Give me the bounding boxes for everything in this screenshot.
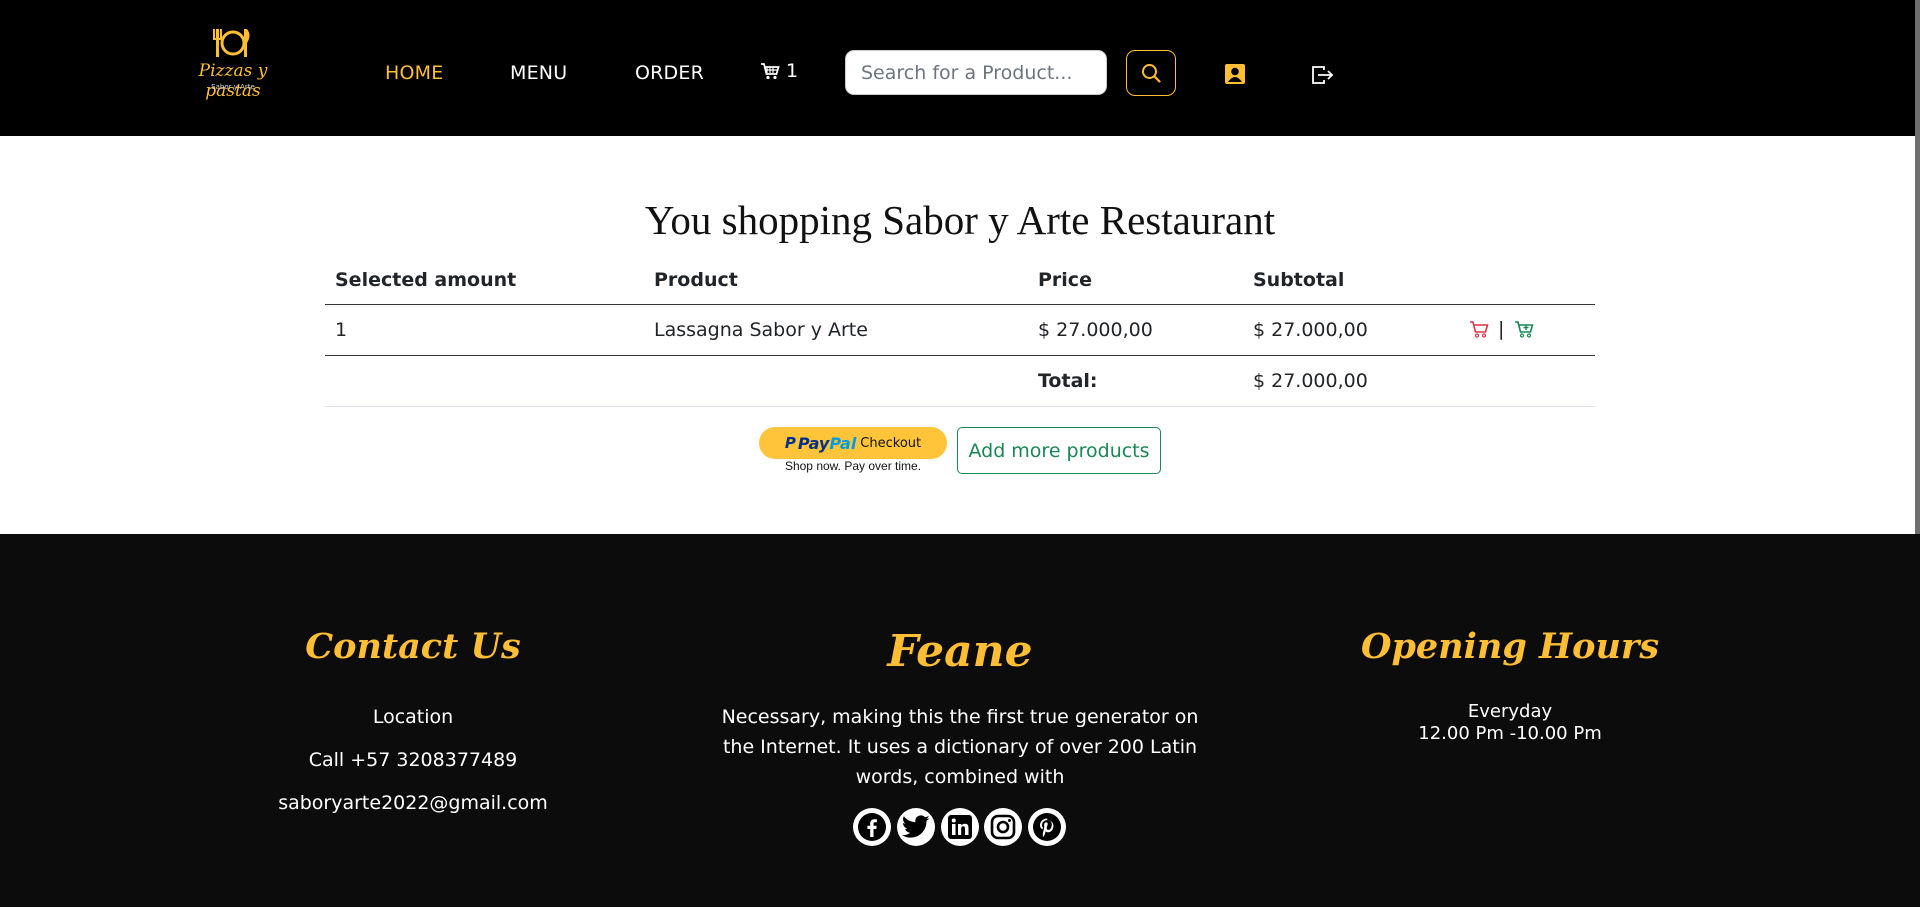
cell-subtotal: $ 27.000,00 — [1243, 304, 1459, 356]
linkedin-link[interactable] — [941, 808, 979, 846]
nav-order[interactable]: ORDER — [635, 62, 704, 84]
pinterest-icon — [1033, 813, 1061, 841]
paypal-label: Checkout — [860, 435, 922, 451]
paypal-checkout-button[interactable]: P PayPal Checkout — [759, 427, 947, 459]
search-button[interactable] — [1126, 50, 1176, 96]
cell-price: $ 27.000,00 — [1028, 304, 1243, 356]
logo-subtext: Sabor y Arte — [211, 83, 255, 91]
cart-icon — [761, 63, 780, 80]
logo-text: Pizzas y pastas — [198, 61, 268, 101]
logout-icon — [1312, 66, 1334, 84]
cart-count: 1 — [786, 60, 799, 82]
contact-location[interactable]: Location — [233, 706, 593, 728]
remove-from-cart-button[interactable] — [1469, 320, 1489, 343]
twitter-link[interactable] — [897, 808, 935, 846]
total-row: Total: $ 27.000,00 — [325, 355, 1595, 407]
cell-actions: | — [1459, 304, 1595, 356]
table-row: 1 Lassagna Sabor y Arte $ 27.000,00 $ 27… — [325, 304, 1595, 356]
paypal-icon: P — [784, 434, 796, 452]
action-separator: | — [1498, 317, 1505, 340]
table-header-row: Selected amount Product Price Subtotal — [325, 256, 1595, 305]
nav-menu[interactable]: MENU — [510, 62, 567, 84]
site-footer: Contact Us Location Call +57 3208377489 … — [0, 534, 1920, 907]
site-logo[interactable]: Pizzas y pastas Sabor y Arte — [178, 25, 288, 101]
contact-phone[interactable]: Call +57 3208377489 — [233, 749, 593, 771]
cart-add-icon — [1514, 320, 1534, 338]
search-input[interactable] — [845, 50, 1107, 95]
add-more-products-button[interactable]: Add more products — [957, 427, 1161, 474]
col-price: Price — [1028, 256, 1243, 305]
paypal-logo: PayPal — [797, 433, 857, 453]
brand-heading: Feane — [887, 626, 1033, 677]
nav-home[interactable]: HOME — [385, 62, 443, 84]
col-product: Product — [644, 256, 1028, 305]
add-to-cart-button[interactable] — [1514, 320, 1534, 343]
col-actions — [1459, 256, 1595, 305]
total-label: Total: — [1028, 355, 1243, 407]
utensils-logo-icon — [213, 29, 250, 57]
page-title: You shopping Sabor y Arte Restaurant — [644, 197, 1276, 243]
total-value: $ 27.000,00 — [1243, 355, 1459, 407]
col-selected-amount: Selected amount — [325, 256, 644, 305]
instagram-icon — [990, 814, 1016, 840]
site-header: Pizzas y pastas Sabor y Arte HOME MENU O… — [0, 0, 1920, 136]
paypal-tagline: Shop now. Pay over time. — [784, 459, 922, 473]
cart-table: Selected amount Product Price Subtotal 1… — [325, 256, 1595, 407]
cart-remove-icon — [1470, 320, 1489, 338]
brand-description: Necessary, making this the first true ge… — [721, 706, 1199, 788]
contact-email[interactable]: saboryarte2022@gmail.com — [233, 792, 593, 814]
scrollbar-thumb[interactable] — [1915, 0, 1920, 545]
twitter-icon — [902, 815, 930, 838]
logout-button[interactable] — [1311, 64, 1335, 86]
search-icon — [1142, 64, 1161, 83]
hours-time: 12.00 Pm -10.00 Pm — [1418, 723, 1602, 744]
hours-heading: Opening Hours — [1360, 626, 1660, 667]
facebook-link[interactable] — [853, 808, 891, 846]
contact-heading: Contact Us — [305, 626, 521, 667]
user-profile-button[interactable] — [1224, 63, 1246, 85]
instagram-link[interactable] — [984, 808, 1022, 846]
cell-amount: 1 — [325, 304, 644, 356]
cart-link[interactable]: 1 — [760, 60, 798, 82]
col-subtotal: Subtotal — [1243, 256, 1459, 305]
hours-days: Everyday — [1467, 701, 1553, 722]
facebook-icon — [858, 813, 886, 841]
user-icon — [1225, 64, 1245, 84]
linkedin-icon — [948, 815, 972, 839]
pinterest-link[interactable] — [1028, 808, 1066, 846]
cell-product: Lassagna Sabor y Arte — [644, 304, 1028, 356]
